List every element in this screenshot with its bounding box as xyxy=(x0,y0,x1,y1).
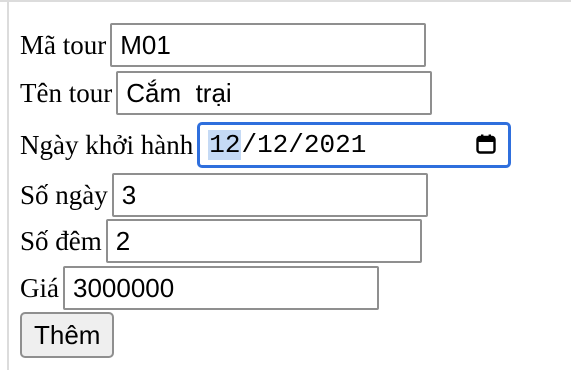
tour-name-row: Tên tour xyxy=(20,70,433,116)
nights-row: Số đêm xyxy=(20,218,422,264)
tour-code-row: Mã tour xyxy=(20,22,427,68)
start-date-label: Ngày khởi hành xyxy=(20,129,194,160)
tour-code-label: Mã tour xyxy=(20,29,107,60)
add-tour-button[interactable]: Thêm xyxy=(20,312,115,358)
frame-top-border xyxy=(0,0,571,2)
days-input[interactable] xyxy=(111,173,428,217)
frame-left-border xyxy=(7,0,9,370)
tour-code-input[interactable] xyxy=(110,23,427,67)
date-separator: / xyxy=(241,130,258,160)
start-date-input[interactable]: 12/12/2021 xyxy=(197,122,512,168)
days-label: Số ngày xyxy=(20,179,108,210)
price-label: Giá xyxy=(20,272,59,303)
submit-row: Thêm xyxy=(20,312,115,358)
days-row: Số ngày xyxy=(20,172,428,218)
date-month-segment[interactable]: 12 xyxy=(257,130,288,160)
date-year-segment[interactable]: 2021 xyxy=(304,130,366,160)
calendar-icon[interactable] xyxy=(476,134,496,154)
nights-input[interactable] xyxy=(105,219,422,263)
date-day-segment[interactable]: 12 xyxy=(208,130,242,160)
price-input[interactable] xyxy=(62,266,379,310)
price-row: Giá xyxy=(20,265,379,311)
tour-name-input[interactable] xyxy=(116,71,433,115)
tour-name-label: Tên tour xyxy=(20,77,113,108)
start-date-row: Ngày khởi hành 12/12/2021 xyxy=(20,122,512,168)
date-separator: / xyxy=(288,130,304,160)
nights-label: Số đêm xyxy=(20,225,102,256)
